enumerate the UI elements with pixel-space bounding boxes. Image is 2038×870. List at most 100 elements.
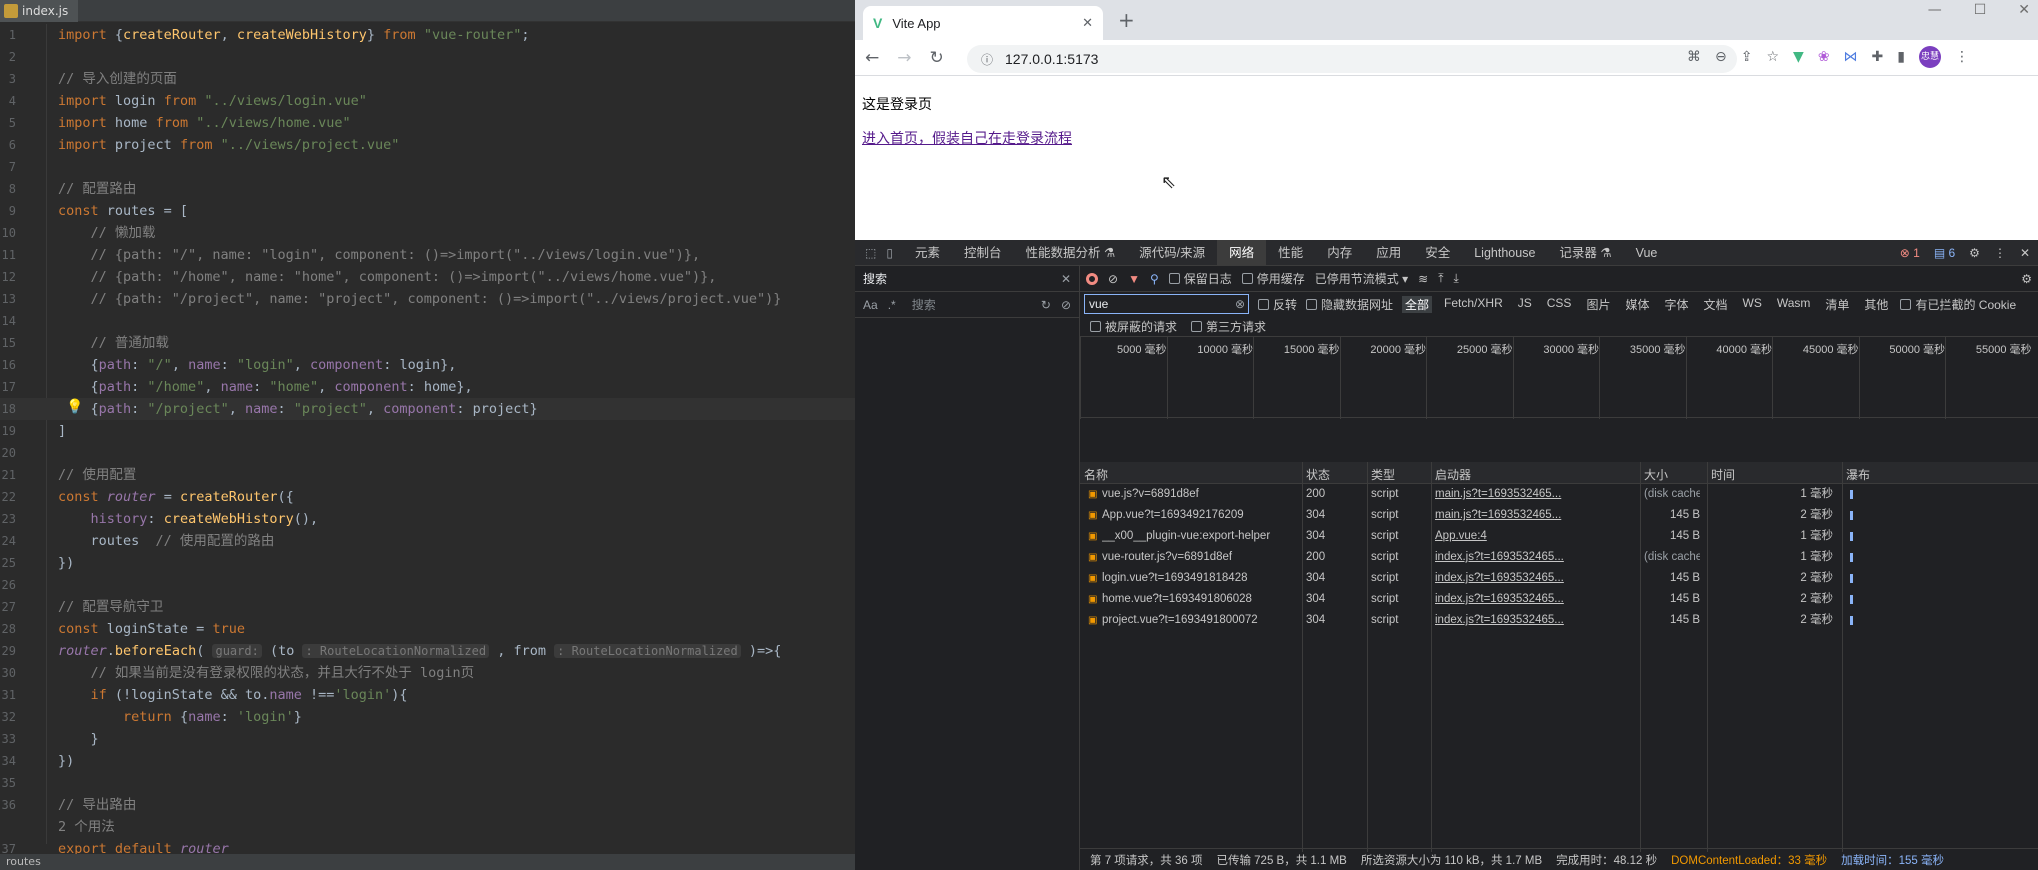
- minimize-button[interactable]: —: [1928, 0, 1942, 20]
- code-line[interactable]: 32 return {name: 'login'}: [0, 706, 855, 728]
- record-button[interactable]: [1086, 272, 1098, 285]
- browser-tab[interactable]: V Vite App ✕: [863, 6, 1103, 40]
- devtools-tab[interactable]: 源代码/来源: [1127, 240, 1217, 266]
- code-line[interactable]: 29 router.beforeEach( guard: (to : RouteL…: [0, 640, 855, 662]
- close-tab-icon[interactable]: ✕: [1082, 15, 1093, 31]
- column-divider[interactable]: [1302, 462, 1303, 852]
- column-divider[interactable]: [1842, 462, 1843, 852]
- filter-chip[interactable]: 清单: [1822, 296, 1852, 313]
- blocked-cookie-checkbox[interactable]: 有已拦截的 Cookie: [1900, 296, 2016, 313]
- column-header[interactable]: 大小: [1644, 466, 1668, 483]
- code-line[interactable]: 22 const router = createRouter({: [0, 486, 855, 508]
- devtools-tab[interactable]: 性能: [1266, 240, 1315, 266]
- column-divider[interactable]: [1367, 462, 1368, 852]
- column-header[interactable]: 名称: [1084, 466, 1108, 483]
- code-line[interactable]: 33 }: [0, 728, 855, 750]
- throttle-select[interactable]: 已停用节流模式 ▾: [1315, 270, 1408, 287]
- request-row[interactable]: ▣ vue.js?v=6891d8ef 200 script main.js?t=169…: [1080, 484, 2038, 505]
- devtools-tab[interactable]: 网络: [1217, 239, 1267, 266]
- more-options-icon[interactable]: ⋮: [1994, 240, 2006, 266]
- request-initiator[interactable]: main.js?t=1693532465...: [1435, 484, 1634, 505]
- code-line[interactable]: 25}): [0, 552, 855, 574]
- code-line[interactable]: 30 // 如果当前是没有登录权限的状态，并且大行不处于 login页: [0, 662, 855, 684]
- devtools-tab[interactable]: Lighthouse: [1462, 240, 1547, 266]
- request-initiator[interactable]: index.js?t=1693532465...: [1435, 610, 1634, 631]
- site-info-icon[interactable]: ⓘ: [981, 51, 993, 68]
- column-header[interactable]: 状态: [1306, 466, 1330, 483]
- back-icon[interactable]: ←: [865, 48, 879, 68]
- devtools-tab[interactable]: 安全: [1413, 240, 1462, 266]
- blocked-requests-checkbox[interactable]: 被屏蔽的请求: [1090, 318, 1177, 335]
- filter-input[interactable]: vue ⊗: [1084, 294, 1249, 314]
- invert-checkbox[interactable]: 反转: [1258, 296, 1297, 313]
- extension-icon[interactable]: ❀: [1818, 49, 1830, 65]
- filter-icon[interactable]: ▼: [1128, 272, 1140, 286]
- reload-icon[interactable]: ↻: [930, 48, 944, 68]
- column-header[interactable]: 瀑布: [1846, 466, 1870, 483]
- request-row[interactable]: ▣ home.vue?t=1693491806028 304 script index.…: [1080, 589, 2038, 610]
- network-settings-icon[interactable]: ⚙: [2021, 272, 2032, 286]
- filter-chip[interactable]: 文档: [1700, 296, 1730, 313]
- maximize-button[interactable]: ☐: [1974, 0, 1987, 20]
- code-line[interactable]: 7: [0, 156, 855, 178]
- code-line[interactable]: 18 {path: "/project", name: "project", c…: [0, 398, 855, 420]
- code-line[interactable]: 16 {path: "/", name: "login", component:…: [0, 354, 855, 376]
- vue-devtools-extension-icon[interactable]: ▼: [1793, 49, 1804, 65]
- filter-chip[interactable]: WS: [1740, 296, 1765, 313]
- code-line[interactable]: 35: [0, 772, 855, 794]
- column-divider[interactable]: [1640, 462, 1641, 852]
- filter-chip[interactable]: 字体: [1661, 296, 1691, 313]
- code-line[interactable]: 19]: [0, 420, 855, 442]
- devtools-tab[interactable]: Vue: [1624, 240, 1670, 266]
- code-line[interactable]: 28 const loginState = true: [0, 618, 855, 640]
- refresh-search-icon[interactable]: ↻: [1041, 298, 1051, 312]
- clear-filter-icon[interactable]: ⊗: [1235, 295, 1245, 313]
- code-line[interactable]: 23 history: createWebHistory(),: [0, 508, 855, 530]
- network-overview-timeline[interactable]: 5000 毫秒 10000 毫秒 15000 毫秒 20000 毫秒 25000 毫秒 3…: [1080, 336, 2038, 419]
- code-line[interactable]: 34}): [0, 750, 855, 772]
- filter-chip-all[interactable]: 全部: [1402, 295, 1433, 313]
- inspect-element-icon[interactable]: ⬚: [865, 246, 876, 260]
- code-line[interactable]: 24 routes // 使用配置的路由: [0, 530, 855, 552]
- request-initiator[interactable]: index.js?t=1693532465...: [1435, 547, 1634, 568]
- devtools-tab[interactable]: 内存: [1315, 240, 1364, 266]
- code-line[interactable]: 9 const routes = [: [0, 200, 855, 222]
- device-toolbar-icon[interactable]: ▯: [886, 246, 893, 260]
- code-line[interactable]: 2 个用法: [0, 816, 855, 838]
- filter-chip[interactable]: CSS: [1544, 296, 1575, 313]
- code-line[interactable]: 27 // 配置导航守卫: [0, 596, 855, 618]
- code-line[interactable]: 21 // 使用配置: [0, 464, 855, 486]
- devtools-tab[interactable]: 应用: [1364, 240, 1413, 266]
- clear-search-icon[interactable]: ⊘: [1061, 298, 1071, 312]
- code-editor[interactable]: index.js 1 import {createRouter, createWe…: [0, 0, 855, 870]
- code-line[interactable]: 12 // {path: "/home", name: "home", comp…: [0, 266, 855, 288]
- address-bar[interactable]: ⓘ 127.0.0.1:5173: [967, 45, 1737, 73]
- extensions-puzzle-icon[interactable]: ✚: [1872, 49, 1884, 65]
- request-initiator[interactable]: index.js?t=1693532465...: [1435, 589, 1634, 610]
- clear-log-icon[interactable]: ⊘: [1108, 272, 1118, 286]
- code-line[interactable]: 26: [0, 574, 855, 596]
- filter-chip[interactable]: Wasm: [1774, 296, 1814, 313]
- filter-chip[interactable]: Fetch/XHR: [1441, 296, 1506, 313]
- code-line[interactable]: 6 import project from "../views/project.v…: [0, 134, 855, 156]
- column-header[interactable]: 启动器: [1435, 466, 1471, 483]
- export-har-icon[interactable]: ⤓: [1454, 271, 1459, 286]
- code-area[interactable]: 1 import {createRouter, createWebHistory}…: [0, 24, 855, 860]
- request-initiator[interactable]: index.js?t=1693532465...: [1435, 568, 1634, 589]
- third-party-checkbox[interactable]: 第三方请求: [1191, 318, 1266, 335]
- preserve-log-checkbox[interactable]: 保留日志: [1168, 270, 1232, 287]
- code-line[interactable]: 11 // {path: "/", name: "login", compone…: [0, 244, 855, 266]
- menu-kebab-icon[interactable]: ⋮: [1955, 49, 1969, 65]
- filter-chip[interactable]: 图片: [1583, 296, 1613, 313]
- home-link[interactable]: 进入首页，假装自己在走登录流程: [862, 128, 1072, 148]
- devtools-tab[interactable]: 性能数据分析 ⚗: [1013, 240, 1127, 266]
- editor-tab-index-js[interactable]: index.js: [0, 0, 79, 22]
- request-row[interactable]: ▣ login.vue?t=1693491818428 304 script index…: [1080, 568, 2038, 589]
- request-initiator[interactable]: App.vue:4: [1435, 526, 1634, 547]
- devtools-tab[interactable]: 记录器 ⚗: [1547, 240, 1623, 266]
- message-count-badge[interactable]: ▤ 6: [1934, 240, 1955, 266]
- code-line[interactable]: 15 // 普通加载: [0, 332, 855, 354]
- hide-data-urls-checkbox[interactable]: 隐藏数据网址: [1306, 296, 1393, 313]
- request-row[interactable]: ▣ __x00__plugin-vue:export-helper 304 scrip…: [1080, 526, 2038, 547]
- search-input[interactable]: 搜索: [906, 296, 1031, 313]
